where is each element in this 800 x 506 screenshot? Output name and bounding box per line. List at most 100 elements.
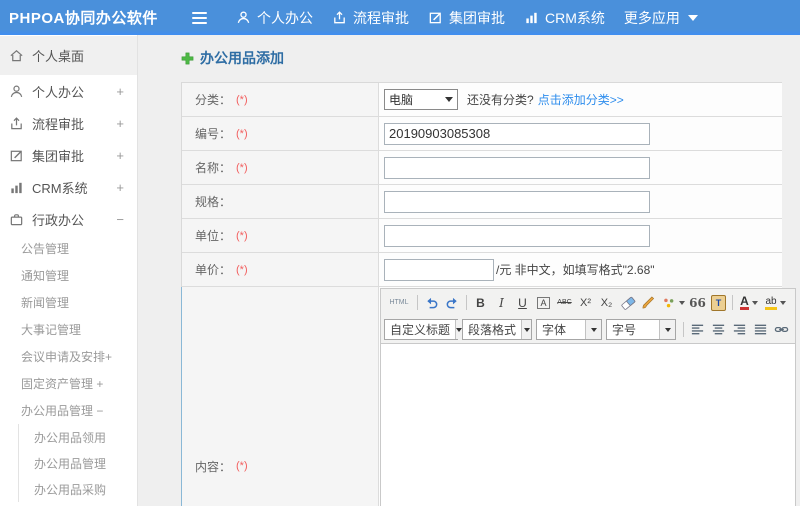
menu-icon[interactable] (192, 8, 212, 28)
caret-down-icon (678, 300, 685, 305)
sidebar-third-level-group: 办公用品领用 办公用品管理 办公用品采购 (18, 424, 137, 502)
caret-down-icon (445, 97, 453, 102)
form-row-category: 分类： (*) 电脑 还没有分类? 点击添加分类>> (182, 83, 782, 117)
caret-down-icon (521, 320, 531, 339)
code-input[interactable] (384, 122, 650, 145)
sidebar-subitem-office-supplies[interactable]: 办公用品管理 − (0, 397, 137, 424)
font-border-icon[interactable]: A (533, 292, 554, 313)
font-color-icon[interactable]: A (736, 292, 762, 313)
sidebar-item-admin-office[interactable]: 行政办公 − (0, 203, 137, 235)
page-title: 办公用品添加 (181, 48, 800, 68)
nav-label: 流程审批 (353, 9, 409, 26)
nav-group-approval[interactable]: 集团审批 (428, 8, 505, 28)
expand-plus: + (116, 83, 124, 99)
top-bar: PHPOA协同办公软件 个人办公 流程审批 集团审批 CRM系统 更多应用 (0, 0, 800, 35)
expand-plus: + (116, 115, 124, 131)
crm-chart-icon (524, 10, 539, 25)
align-center-icon[interactable] (708, 319, 729, 340)
category-hint: 还没有分类? (467, 93, 534, 107)
sidebar-item-workflow-approval[interactable]: 流程审批 + (0, 107, 137, 139)
add-category-link[interactable]: 点击添加分类>> (538, 91, 624, 108)
quick-format-icon[interactable] (659, 292, 687, 313)
sidebar-item-label: 流程审批 (32, 116, 85, 132)
sidebar-subitem-announcement[interactable]: 公告管理 (0, 235, 137, 262)
bold-icon[interactable]: B (470, 292, 491, 313)
superscript-icon[interactable]: X² (575, 292, 596, 313)
name-input[interactable] (384, 156, 650, 179)
spec-input[interactable] (384, 190, 650, 213)
blockquote-icon[interactable]: 66 (687, 292, 708, 313)
sidebar-item-group-approval[interactable]: 集团审批 + (0, 139, 137, 171)
caret-down-icon (659, 320, 675, 339)
required-marker: (*) (236, 263, 248, 276)
sidebar: 个人桌面 个人办公 + 流程审批 + 集团审批 + CRM系统 + 行政办公 −… (0, 35, 138, 506)
source-code-icon[interactable]: HTML (384, 292, 414, 313)
rich-text-editor: HTML B I U A ABC X² X₂ 66 T A ab 自定义标题 段… (380, 288, 796, 506)
field-label: 编号： (195, 127, 232, 141)
add-icon (181, 52, 194, 65)
price-input[interactable] (384, 258, 494, 281)
caret-down-icon (455, 320, 463, 339)
nav-workflow-approval[interactable]: 流程审批 (332, 8, 409, 28)
sidebar-item-label: 集团审批 (32, 148, 85, 164)
highlight-color-icon[interactable]: ab (762, 292, 789, 313)
nav-crm[interactable]: CRM系统 (524, 8, 605, 28)
price-format-hint: /元 非中文，如填写格式"2.68" (496, 263, 655, 277)
sidebar-subitem-memorabilia[interactable]: 大事记管理 (0, 316, 137, 343)
form-row-code: 编号： (*) (182, 117, 782, 151)
paragraph-format-select[interactable]: 段落格式 (462, 319, 532, 340)
sidebar-item-supplies-receive[interactable]: 办公用品领用 (19, 424, 137, 450)
nav-personal-office[interactable]: 个人办公 (236, 8, 313, 28)
editor-toolbar-row1: HTML B I U A ABC X² X₂ 66 T A ab (381, 289, 795, 316)
link-icon[interactable] (771, 319, 792, 340)
nav-more-apps[interactable]: 更多应用 (624, 8, 698, 28)
approval-icon (9, 148, 24, 163)
italic-icon[interactable]: I (491, 292, 512, 313)
editor-content-area[interactable] (381, 343, 795, 506)
heading-select[interactable]: 自定义标题 (384, 319, 463, 340)
redo-icon[interactable] (442, 292, 463, 313)
sidebar-item-label: 个人桌面 (32, 49, 85, 64)
font-family-select[interactable]: 字体 (536, 319, 602, 340)
subscript-icon[interactable]: X₂ (596, 292, 617, 313)
strikethrough-icon[interactable]: ABC (554, 292, 575, 313)
sidebar-item-desktop[interactable]: 个人桌面 (0, 36, 137, 75)
paste-text-icon[interactable]: T (708, 292, 729, 313)
nav-label: 更多应用 (623, 9, 680, 26)
sidebar-subitem-notice[interactable]: 通知管理 (0, 262, 137, 289)
form-row-unit: 单位： (*) (182, 219, 782, 253)
expand-minus: − (116, 211, 124, 227)
required-marker: (*) (236, 229, 248, 242)
eraser-icon[interactable] (617, 292, 638, 313)
expand-plus: + (116, 147, 124, 163)
underline-icon[interactable]: U (512, 292, 533, 313)
sidebar-subitem-fixed-assets[interactable]: 固定资产管理 + (0, 370, 137, 397)
nav-label: CRM系统 (545, 9, 605, 26)
sidebar-item-label: 行政办公 (32, 212, 85, 228)
form-row-name: 名称： (*) (182, 151, 782, 185)
align-left-icon[interactable] (687, 319, 708, 340)
sidebar-subitem-news[interactable]: 新闻管理 (0, 289, 137, 316)
sidebar-item-crm[interactable]: CRM系统 + (0, 171, 137, 203)
sidebar-item-supplies-purchase[interactable]: 办公用品采购 (19, 476, 137, 502)
user-icon (236, 10, 251, 25)
field-label: 内容： (195, 459, 232, 474)
caret-down-icon (687, 14, 698, 21)
home-icon (9, 48, 24, 63)
crm-chart-icon (9, 180, 24, 195)
sidebar-item-supplies-manage[interactable]: 办公用品管理 (19, 450, 137, 476)
field-label: 单位： (195, 229, 232, 243)
form-row-price: 单价： (*) /元 非中文，如填写格式"2.68" (182, 253, 782, 287)
align-justify-icon[interactable] (750, 319, 771, 340)
font-size-select[interactable]: 字号 (606, 319, 676, 340)
sidebar-item-personal-office[interactable]: 个人办公 + (0, 75, 137, 107)
expand-plus: + (116, 179, 124, 195)
unit-input[interactable] (384, 224, 650, 247)
format-brush-icon[interactable] (638, 292, 659, 313)
undo-icon[interactable] (421, 292, 442, 313)
sidebar-item-label: 个人办公 (32, 84, 85, 100)
category-select[interactable]: 电脑 (384, 89, 458, 110)
sidebar-subitem-meeting[interactable]: 会议申请及安排 + (0, 343, 137, 370)
form-row-content: 内容： (*) HTML B I U A ABC X² X₂ 66 T A ab… (181, 287, 796, 506)
align-right-icon[interactable] (729, 319, 750, 340)
